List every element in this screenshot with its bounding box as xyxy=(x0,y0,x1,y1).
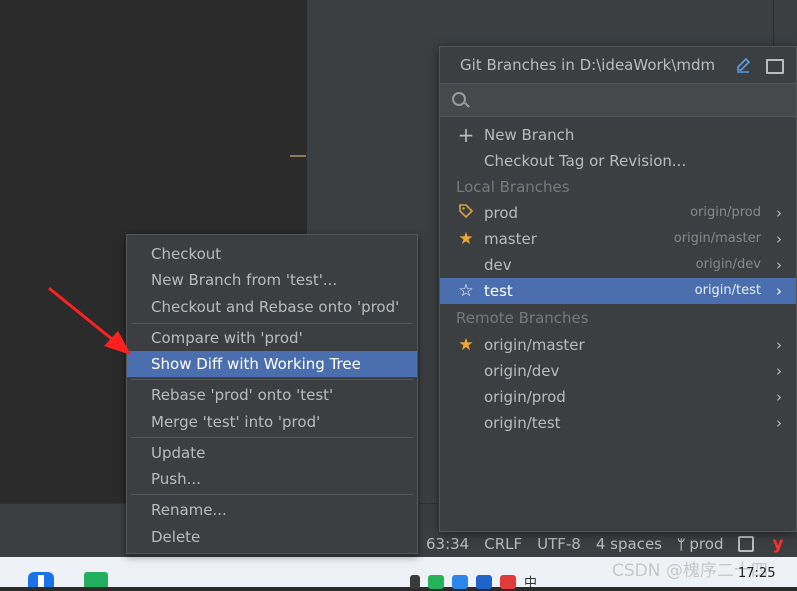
menu-item-delete[interactable]: Delete xyxy=(127,524,417,550)
branch-context-menu: Checkout New Branch from 'test'... Check… xyxy=(126,234,418,554)
tracking-branch: origin/prod xyxy=(690,205,761,220)
wechat-icon[interactable] xyxy=(428,574,444,589)
git-branches-popup: Git Branches in D:\ideaWork\mdm + New Br… xyxy=(439,46,797,532)
tray-arrow-icon[interactable] xyxy=(410,574,420,589)
star-filled-icon: ★ xyxy=(458,335,474,355)
chevron-right-icon: › xyxy=(776,362,782,380)
menu-item-rebase[interactable]: Rebase 'prod' onto 'test' xyxy=(127,382,417,408)
action-new-branch[interactable]: + New Branch xyxy=(440,122,796,148)
chevron-right-icon: › xyxy=(776,414,782,432)
menu-item-update[interactable]: Update xyxy=(127,440,417,466)
indent-setting[interactable]: 4 spaces xyxy=(596,535,662,553)
branch-row-origin-dev[interactable]: origin/dev › xyxy=(440,358,796,384)
chevron-right-icon: › xyxy=(776,256,782,274)
search-icon xyxy=(452,92,466,106)
menu-divider xyxy=(131,494,413,495)
chevron-right-icon: › xyxy=(776,204,782,222)
lock-icon[interactable] xyxy=(738,536,755,552)
branch-label: origin/master xyxy=(484,336,585,354)
menu-item-checkout-rebase[interactable]: Checkout and Rebase onto 'prod' xyxy=(127,294,417,320)
plus-icon: + xyxy=(457,123,475,147)
branch-row-origin-prod[interactable]: origin/prod › xyxy=(440,384,796,410)
clock[interactable]: 17:25 xyxy=(738,566,775,581)
branch-row-master[interactable]: ★ master origin/master › xyxy=(440,226,796,252)
cloud-icon[interactable] xyxy=(452,574,468,589)
tag-icon xyxy=(456,203,476,223)
ime-indicator[interactable]: 中 xyxy=(524,572,537,591)
security-app-icon[interactable] xyxy=(28,572,54,587)
line-separator[interactable]: CRLF xyxy=(484,535,522,553)
action-label: Checkout Tag or Revision... xyxy=(484,152,687,170)
menu-item-merge[interactable]: Merge 'test' into 'prod' xyxy=(127,409,417,435)
branch-row-origin-test[interactable]: origin/test › xyxy=(440,410,796,436)
system-tray: 中 xyxy=(410,572,537,591)
menu-item-compare[interactable]: Compare with 'prod' xyxy=(127,325,417,351)
file-encoding[interactable]: UTF-8 xyxy=(537,535,581,553)
branch-label: origin/prod xyxy=(484,388,566,406)
menu-divider xyxy=(131,437,413,438)
expand-icon[interactable] xyxy=(766,59,784,74)
branch-row-dev[interactable]: dev origin/dev › xyxy=(440,252,796,278)
green-app-icon[interactable] xyxy=(84,572,108,587)
tracking-branch: origin/test xyxy=(694,283,761,298)
chevron-right-icon: › xyxy=(776,388,782,406)
branch-label: test xyxy=(484,282,513,300)
git-branch-widget[interactable]: ᛘ prod xyxy=(677,535,723,553)
branch-label: origin/test xyxy=(484,414,561,432)
branch-search-input[interactable] xyxy=(472,90,776,112)
chevron-right-icon: › xyxy=(776,336,782,354)
menu-item-new-branch-from[interactable]: New Branch from 'test'... xyxy=(127,267,417,293)
editor-gutter-mark xyxy=(290,155,306,157)
branch-label: dev xyxy=(484,256,512,274)
menu-item-rename[interactable]: Rename... xyxy=(127,497,417,523)
tray-app-icon[interactable] xyxy=(500,574,516,589)
menu-item-show-diff[interactable]: Show Diff with Working Tree xyxy=(127,351,417,377)
action-checkout-tag[interactable]: Checkout Tag or Revision... xyxy=(440,148,796,174)
local-branches-header: Local Branches xyxy=(456,178,570,196)
star-filled-icon: ★ xyxy=(458,229,474,249)
bluetooth-icon[interactable] xyxy=(476,574,492,589)
menu-item-push[interactable]: Push... xyxy=(127,466,417,492)
star-outline-icon: ☆ xyxy=(458,281,474,301)
edit-icon[interactable] xyxy=(735,57,751,73)
branch-search-bar xyxy=(440,83,796,117)
branch-label: origin/dev xyxy=(484,362,560,380)
branch-row-origin-master[interactable]: ★ origin/master › xyxy=(440,332,796,358)
menu-divider xyxy=(131,379,413,380)
menu-item-checkout[interactable]: Checkout xyxy=(127,241,417,267)
y-plugin-icon[interactable]: y xyxy=(772,534,783,554)
branch-icon: ᛘ xyxy=(677,537,686,553)
chevron-right-icon: › xyxy=(776,230,782,248)
menu-divider xyxy=(131,323,413,324)
action-label: New Branch xyxy=(484,126,575,144)
tracking-branch: origin/master xyxy=(673,231,761,246)
branch-row-prod[interactable]: prod origin/prod › xyxy=(440,200,796,226)
branch-label: master xyxy=(484,230,537,248)
remote-branches-header: Remote Branches xyxy=(456,309,589,327)
tracking-branch: origin/dev xyxy=(695,257,761,272)
branch-label: prod xyxy=(484,204,519,222)
current-branch: prod xyxy=(689,535,724,553)
chevron-right-icon: › xyxy=(776,282,782,300)
popup-title: Git Branches in D:\ideaWork\mdm xyxy=(460,56,716,74)
status-bar-items: 63:34 CRLF UTF-8 4 spaces ᛘ prod y xyxy=(426,531,784,557)
branch-row-test[interactable]: ☆ test origin/test › xyxy=(440,278,796,304)
caret-position[interactable]: 63:34 xyxy=(426,535,469,553)
